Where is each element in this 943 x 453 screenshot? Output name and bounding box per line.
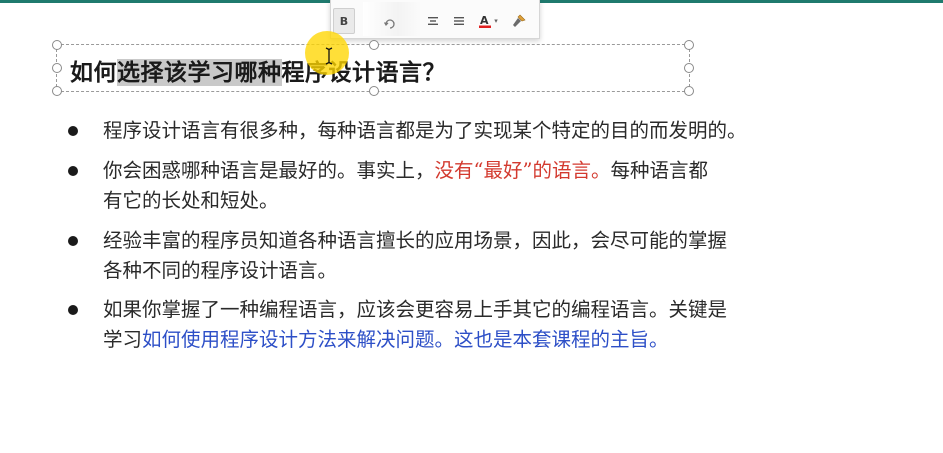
bullet-4-highlight-blue: 如何使用程序设计方法来解决问题。这也是本套课程的主旨。 bbox=[142, 328, 669, 351]
bullet-2-highlight-red: 没有“最好”的语言。 bbox=[434, 159, 611, 182]
bullet-1-line-1: 程序设计语言有很多种，每种语言都是为了实现某个特定的目的而发明的。 bbox=[103, 119, 747, 142]
bullet-text[interactable]: 程序设计语言有很多种，每种语言都是为了实现某个特定的目的而发明的。 bbox=[103, 116, 747, 146]
title-text-after: 程序设计语言？ bbox=[281, 59, 446, 86]
bullet-dot bbox=[68, 236, 78, 246]
align-center-icon[interactable] bbox=[425, 10, 441, 32]
bullet-text[interactable]: 经验丰富的程序员知道各种语言擅长的应用场景，因此，会尽可能的掌握 各种不同的程序… bbox=[103, 226, 727, 286]
bullet-text[interactable]: 如果你掌握了一种编程语言，应该会更容易上手其它的编程语言。关键是 学习如何使用程… bbox=[103, 295, 727, 355]
resize-handle-top[interactable] bbox=[369, 40, 379, 50]
rotate-handle-icon[interactable] bbox=[383, 17, 397, 31]
text-cursor-icon bbox=[325, 47, 333, 65]
resize-handle-top-left[interactable] bbox=[52, 40, 62, 50]
bullet-3-line-2: 各种不同的程序设计语言。 bbox=[103, 259, 338, 282]
title-placeholder[interactable]: 如何选择该学习哪种程序设计语言？ bbox=[52, 19, 694, 96]
svg-text:A: A bbox=[480, 14, 489, 27]
resize-handle-bottom-right[interactable] bbox=[684, 86, 694, 96]
font-color-icon[interactable]: A bbox=[477, 10, 493, 32]
bullet-3-line-1: 经验丰富的程序员知道各种语言擅长的应用场景，因此，会尽可能的掌握 bbox=[103, 229, 728, 252]
title-text-before: 如何 bbox=[70, 59, 117, 86]
bullet-dot bbox=[68, 126, 78, 136]
resize-handle-bottom[interactable] bbox=[369, 86, 379, 96]
bullet-2-line-1a: 你会困惑哪种语言是最好的。事实上， bbox=[103, 159, 435, 182]
bullet-text[interactable]: 你会困惑哪种语言是最好的。事实上，没有“最好”的语言。每种语言都 有它的长处和短… bbox=[103, 156, 708, 216]
bullet-dot bbox=[68, 166, 78, 176]
bullet-4-line-1: 如果你掌握了一种编程语言，应该会更容易上手其它的编程语言。关键是 bbox=[103, 298, 728, 321]
bullet-2-line-1c: 每种语言都 bbox=[610, 159, 708, 182]
bold-button[interactable]: B bbox=[333, 8, 355, 34]
resize-handle-top-right[interactable] bbox=[684, 40, 694, 50]
font-color-dropdown-icon[interactable]: ▾ bbox=[493, 10, 499, 32]
format-painter-icon[interactable] bbox=[511, 10, 527, 32]
bullet-2-line-2: 有它的长处和短处。 bbox=[103, 189, 279, 212]
bullet-4-line-2a: 学习 bbox=[103, 328, 143, 351]
resize-handle-bottom-left[interactable] bbox=[52, 86, 62, 96]
align-justify-icon[interactable] bbox=[451, 10, 467, 32]
slide-title[interactable]: 如何选择该学习哪种程序设计语言？ bbox=[70, 53, 446, 87]
resize-handle-right[interactable] bbox=[684, 63, 694, 73]
bullet-dot bbox=[68, 305, 78, 315]
resize-handle-left[interactable] bbox=[52, 63, 62, 73]
title-text-selected: 选择该学习哪种 bbox=[117, 59, 282, 86]
mini-format-toolbar: B A ▾ bbox=[330, 0, 540, 39]
